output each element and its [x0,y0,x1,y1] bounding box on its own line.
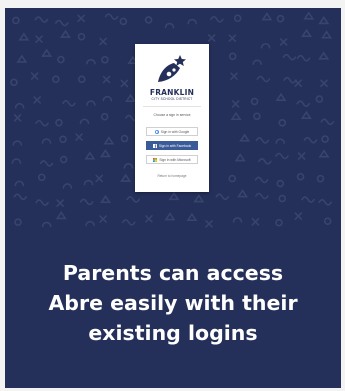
sign-in-google-button[interactable]: Sign in with Google [146,127,198,136]
promo-caption: Parents can access Abre easily with thei… [5,258,341,348]
district-name: FRANKLIN [149,88,195,97]
choose-service-text: Choose a sign in service [153,113,191,117]
sign-in-google-label: Sign in with Google [160,129,190,134]
sign-in-microsoft-label: Sign in with Microsoft [159,157,191,162]
return-to-homepage-link[interactable]: Return to homepage [135,174,209,178]
district-subtitle: CITY SCHOOL DISTRICT [151,97,193,101]
sign-in-facebook-label: Sign in with Facebook [158,143,192,148]
sign-in-microsoft-button[interactable]: Sign in with Microsoft [146,155,198,164]
caption-line: Parents can access [62,261,284,285]
facebook-icon [152,143,157,148]
promo-card: FRANKLIN CITY SCHOOL DISTRICT Choose a s… [5,8,341,388]
divider [143,106,201,107]
microsoft-icon [153,157,158,162]
sign-in-panel: FRANKLIN CITY SCHOOL DISTRICT Choose a s… [135,44,209,192]
caption-line: existing logins [88,321,258,345]
sign-in-facebook-button[interactable]: Sign in with Facebook [146,141,198,150]
caption-line: Abre easily with their [48,291,298,315]
google-icon [154,129,159,134]
star-rocket-logo-icon [158,55,186,82]
